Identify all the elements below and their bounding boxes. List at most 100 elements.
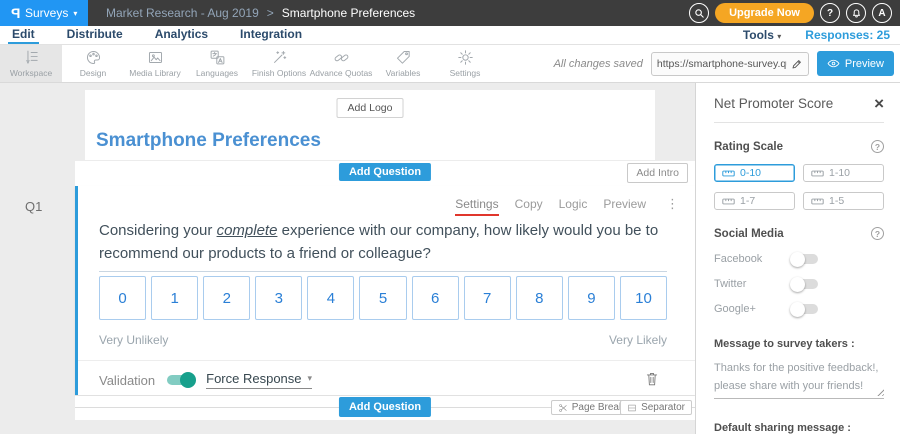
intro-actions-row: Add Question Add Intro — [75, 160, 695, 186]
nps-option-5[interactable]: 5 — [359, 276, 406, 320]
help-icon[interactable]: ? — [871, 140, 884, 153]
add-logo-button[interactable]: Add Logo — [337, 98, 404, 118]
tool-media-library[interactable]: Media Library — [124, 45, 186, 82]
chain-link-icon — [333, 49, 350, 66]
survey-url-box — [651, 52, 809, 76]
validation-label: Validation — [99, 373, 155, 388]
question-tabs: Settings Copy Logic Preview ⋮ — [455, 197, 679, 216]
close-icon[interactable]: × — [874, 95, 884, 112]
panel-header: Net Promoter Score × — [714, 95, 884, 112]
tool-finish-options[interactable]: Finish Options — [248, 45, 310, 82]
tool-advance-quotas[interactable]: Advance Quotas — [310, 45, 372, 82]
validation-toggle[interactable] — [167, 375, 194, 385]
twitter-toggle[interactable] — [792, 279, 818, 289]
menu-bar: Edit Distribute Analytics Integration To… — [0, 26, 900, 45]
tab-settings[interactable]: Settings — [455, 197, 498, 216]
save-status: All changes saved — [554, 58, 643, 70]
tool-workspace[interactable]: Workspace — [0, 45, 62, 82]
rating-option-1-5[interactable]: 1-5 — [803, 192, 884, 210]
menu-item-distribute[interactable]: Distribute — [63, 26, 127, 44]
kebab-menu-icon[interactable]: ⋮ — [666, 197, 679, 210]
rating-option-1-10[interactable]: 1-10 — [803, 164, 884, 182]
rating-scale-label: Rating Scale — [714, 141, 783, 153]
chevron-down-icon: ▾ — [73, 9, 77, 18]
googleplus-label: Google+ — [714, 303, 792, 315]
tab-copy[interactable]: Copy — [515, 197, 543, 216]
account-avatar[interactable]: A — [872, 3, 892, 23]
menu-bar-right: Tools ▾ Responses: 25 — [743, 26, 900, 44]
page-break-button[interactable]: Page Break — [551, 400, 631, 415]
survey-title[interactable]: Smartphone Preferences — [96, 130, 321, 152]
divider — [714, 122, 884, 123]
message-to-takers-label: Message to survey takers : — [714, 338, 884, 350]
menu-item-analytics[interactable]: Analytics — [151, 26, 212, 44]
edit-pencil-icon[interactable] — [791, 58, 803, 70]
question-text[interactable]: Considering your complete experience wit… — [99, 220, 667, 272]
nps-option-3[interactable]: 3 — [255, 276, 302, 320]
survey-url-input[interactable] — [657, 58, 787, 70]
add-question-button-bottom[interactable]: Add Question — [339, 397, 431, 417]
product-switcher[interactable]: P Surveys ▾ — [0, 0, 88, 26]
scale-icon — [722, 197, 735, 206]
delete-question-button[interactable] — [645, 371, 659, 392]
nps-option-6[interactable]: 6 — [412, 276, 459, 320]
tool-languages[interactable]: Languages — [186, 45, 248, 82]
trash-icon — [645, 371, 659, 387]
nps-option-1[interactable]: 1 — [151, 276, 198, 320]
toggle-knob — [790, 302, 805, 317]
bell-icon — [851, 8, 862, 19]
app-window: P Surveys ▾ Market Research - Aug 2019 >… — [0, 0, 900, 434]
search-button[interactable] — [689, 3, 709, 23]
separator-icon — [627, 403, 637, 413]
upgrade-now-button[interactable]: Upgrade Now — [715, 3, 814, 23]
brand-label: Surveys — [25, 6, 68, 20]
help-icon[interactable]: ? — [871, 227, 884, 240]
breadcrumb-current: Smartphone Preferences — [282, 6, 415, 20]
responses-link[interactable]: Responses: 25 — [805, 28, 890, 42]
preview-button[interactable]: Preview — [817, 51, 894, 76]
search-icon — [694, 8, 705, 19]
nps-option-8[interactable]: 8 — [516, 276, 563, 320]
googleplus-row: Google+ — [714, 303, 884, 315]
nps-option-2[interactable]: 2 — [203, 276, 250, 320]
tool-settings[interactable]: Settings — [434, 45, 496, 82]
resize-handle-icon[interactable] — [875, 387, 884, 396]
question-card: Settings Copy Logic Preview ⋮ Considerin… — [75, 186, 695, 395]
nps-option-7[interactable]: 7 — [464, 276, 511, 320]
add-intro-button[interactable]: Add Intro — [627, 163, 688, 183]
tab-logic[interactable]: Logic — [559, 197, 588, 216]
nps-option-4[interactable]: 4 — [307, 276, 354, 320]
question-text-before: Considering your — [99, 222, 217, 239]
facebook-label: Facebook — [714, 253, 792, 265]
menu-item-integration[interactable]: Integration — [236, 26, 306, 44]
breadcrumb-parent[interactable]: Market Research - Aug 2019 — [106, 6, 259, 20]
add-question-button-top[interactable]: Add Question — [339, 163, 431, 181]
social-media-header: Social Media ? — [714, 227, 884, 240]
rating-option-0-10[interactable]: 0-10 — [714, 164, 795, 182]
social-media-label: Social Media — [714, 228, 784, 240]
tool-design[interactable]: Design — [62, 45, 124, 82]
help-button[interactable]: ? — [820, 3, 840, 23]
tool-variables[interactable]: Variables — [372, 45, 434, 82]
validation-row: Validation Force Response ▾ — [99, 367, 677, 393]
question-text-emphasis: complete — [217, 222, 278, 239]
nps-option-9[interactable]: 9 — [568, 276, 615, 320]
chevron-down-icon: ▾ — [308, 373, 313, 384]
message-to-takers-textarea[interactable]: Thanks for the positive feedback!, pleas… — [714, 359, 884, 399]
separator-button[interactable]: Separator — [620, 400, 692, 415]
googleplus-toggle[interactable] — [792, 304, 818, 314]
tab-preview[interactable]: Preview — [603, 197, 646, 216]
nps-option-0[interactable]: 0 — [99, 276, 146, 320]
menu-item-edit[interactable]: Edit — [8, 26, 39, 44]
facebook-toggle[interactable] — [792, 254, 818, 264]
tools-menu[interactable]: Tools ▾ — [743, 28, 781, 42]
question-number: Q1 — [25, 199, 42, 214]
rating-scale-options: 0-10 1-10 1-7 1-5 — [714, 164, 884, 210]
force-response-dropdown[interactable]: Force Response ▾ — [206, 371, 312, 389]
tag-icon — [395, 49, 412, 66]
question-footer-row: Add Question Page Break Separator — [75, 396, 695, 420]
toggle-knob — [790, 277, 805, 292]
notifications-button[interactable] — [846, 3, 866, 23]
nps-option-10[interactable]: 10 — [620, 276, 667, 320]
rating-option-1-7[interactable]: 1-7 — [714, 192, 795, 210]
